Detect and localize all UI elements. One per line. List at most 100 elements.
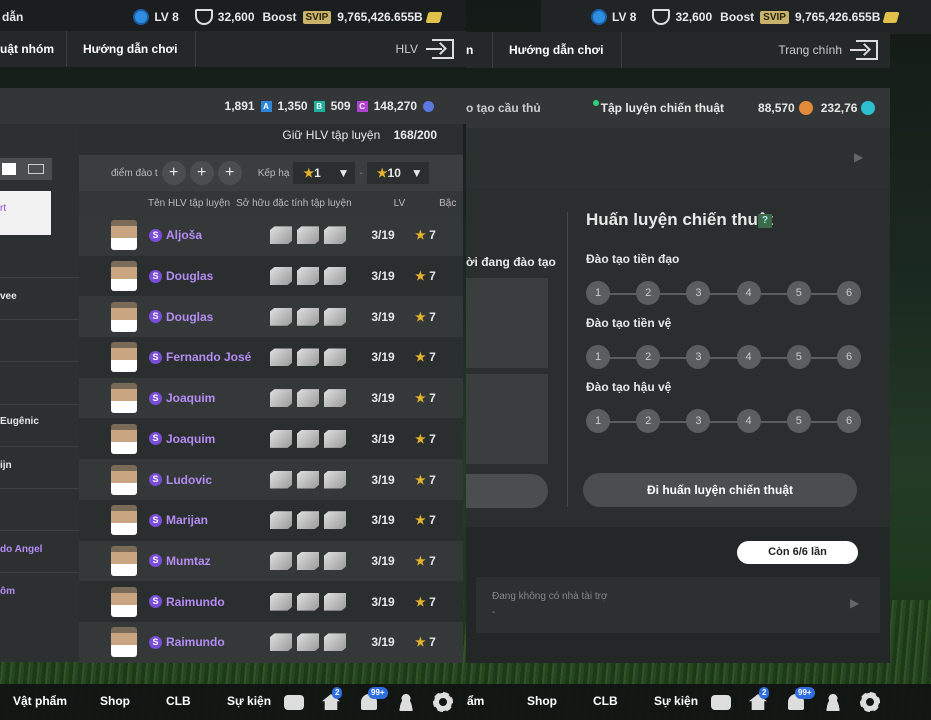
step-node[interactable]: 4 — [736, 281, 761, 305]
exit-icon[interactable] — [850, 40, 878, 60]
nav-events[interactable]: Sự kiện — [227, 694, 271, 708]
table-row[interactable]: S Douglas 3/19 ★ 7 — [79, 296, 463, 338]
table-row[interactable]: S Joaquim 3/19 ★ 7 — [79, 377, 463, 419]
sponsor-box[interactable]: Đang không có nhà tài trợ - ▶ — [476, 577, 880, 633]
training-slot[interactable] — [466, 278, 548, 368]
rank-to-select[interactable]: ★ 10 ▼ — [366, 162, 429, 184]
coach-level: 3/19 — [371, 431, 395, 446]
add-slot-icon[interactable]: + — [189, 161, 214, 185]
chevron-right-icon[interactable]: ▶ — [854, 150, 863, 164]
trait-icon — [324, 470, 346, 489]
sidebar-item[interactable]: do Angel — [0, 530, 79, 572]
home-link[interactable]: Trang chính — [622, 43, 856, 57]
coach-grade: ★ 7 — [415, 391, 436, 406]
home-badge: 2 — [759, 687, 770, 699]
sidebar-item[interactable] — [0, 361, 79, 403]
step-node[interactable]: 6 — [837, 409, 861, 433]
sidebar-item[interactable]: ôm — [0, 572, 79, 614]
nav-items[interactable]: Vật phẩm — [13, 694, 67, 708]
table-row[interactable]: S Aljoša 3/19 ★ 7 — [79, 215, 463, 256]
step-node[interactable]: 2 — [636, 409, 661, 433]
training-slot[interactable] — [466, 374, 548, 464]
step-node[interactable]: 4 — [736, 409, 761, 433]
table-row[interactable]: S Ludovic 3/19 ★ 7 — [79, 459, 463, 500]
tab-player-training[interactable]: o tạo cầu thủ — [466, 101, 541, 115]
step-node[interactable]: 5 — [786, 409, 811, 433]
tab-rules[interactable]: uật nhóm — [0, 42, 66, 56]
trait-icon — [324, 633, 346, 652]
nav-club[interactable]: CLB — [593, 694, 618, 708]
table-row[interactable]: S Raimundo 3/19 ★ 7 — [79, 581, 463, 622]
chevron-right-icon[interactable]: ▶ — [850, 596, 859, 610]
add-slot-icon[interactable]: + — [161, 161, 186, 185]
trait-icon — [270, 307, 292, 326]
nav-shop[interactable]: Shop — [527, 694, 557, 708]
step-node[interactable]: 4 — [736, 345, 761, 369]
step-node[interactable]: 2 — [636, 281, 661, 305]
special-badge-icon: S — [149, 391, 162, 405]
table-row[interactable]: S Joaquim 3/19 ★ 7 — [79, 419, 463, 460]
step-node[interactable]: 1 — [586, 409, 610, 433]
gear-icon[interactable] — [860, 692, 880, 712]
go-tactic-button[interactable]: Đi huấn luyện chiến thuật — [583, 473, 857, 507]
trait-icon — [270, 226, 292, 245]
step-node[interactable]: 1 — [586, 281, 610, 305]
table-header: Tên HLV tập luyện Sở hữu đặc tính tập lu… — [79, 191, 463, 215]
tab-guide[interactable]: Hướng dẫn chơi — [493, 43, 621, 57]
star-icon: ★ — [415, 594, 426, 609]
nav-club[interactable]: CLB — [166, 694, 191, 708]
sidebar-item[interactable] — [0, 319, 79, 361]
table-row[interactable]: S Marijan 3/19 ★ 7 — [79, 500, 463, 541]
step-node[interactable]: 5 — [786, 281, 811, 305]
gear-icon[interactable] — [433, 692, 453, 712]
hlv-label: HLV — [395, 42, 418, 56]
coach-grade: ★ 7 — [415, 350, 436, 365]
level-icon — [133, 9, 150, 25]
nav-shop[interactable]: Shop — [100, 694, 130, 708]
table-row[interactable]: S Mumtaz 3/19 ★ 7 — [79, 540, 463, 582]
table-row[interactable]: S Raimundo 3/19 ★ 7 — [79, 622, 463, 663]
table-row[interactable]: S Douglas 3/19 ★ 7 — [79, 256, 463, 297]
sidebar-item[interactable]: vee — [0, 277, 79, 319]
step-node[interactable]: 1 — [586, 345, 610, 369]
step-node[interactable]: 5 — [786, 345, 811, 369]
grid-view-icon[interactable] — [28, 164, 44, 174]
trait-icon — [324, 267, 346, 286]
coach-grade: ★ 7 — [415, 594, 436, 609]
step-node[interactable]: 6 — [837, 345, 861, 369]
sidebar-item-selected[interactable]: rt — [0, 191, 51, 235]
sidebar-item[interactable] — [0, 488, 79, 530]
user-icon[interactable] — [397, 693, 415, 711]
help-icon[interactable]: ? — [758, 214, 772, 228]
tab-rules[interactable]: n — [466, 43, 492, 57]
special-badge-icon: S — [149, 269, 162, 283]
trait-icon — [297, 348, 319, 367]
chat-icon[interactable] — [711, 695, 731, 710]
exit-icon[interactable] — [426, 39, 454, 59]
view-toggle[interactable] — [0, 158, 52, 180]
list-view-icon[interactable] — [2, 163, 16, 175]
tab-guide[interactable]: Hướng dẫn chơi — [67, 42, 195, 56]
rank-from-select[interactable]: ★ 1 ▼ — [293, 162, 356, 184]
nav-items[interactable]: ẩm — [467, 694, 484, 708]
user-icon[interactable] — [824, 693, 842, 711]
sidebar-item[interactable]: Eugênic — [0, 404, 79, 446]
tab-tactic-training[interactable]: Tập luyện chiến thuật — [601, 101, 724, 115]
rank-label: Kếp hạ — [257, 167, 290, 179]
table-row[interactable]: S Fernando José 3/19 ★ 7 — [79, 337, 463, 378]
nav-events[interactable]: Sự kiện — [654, 694, 698, 708]
step-node[interactable]: 2 — [636, 345, 661, 369]
chat-icon[interactable] — [284, 695, 304, 710]
coach-level: 3/19 — [371, 472, 395, 487]
step-node[interactable]: 6 — [837, 281, 861, 305]
gold-icon — [425, 11, 443, 23]
points-text: 32,600 — [675, 10, 713, 24]
sidebar-item[interactable]: ijn — [0, 446, 79, 488]
section-label: Đào tạo tiền đạo — [586, 252, 680, 266]
coach-list-panel: Giữ HLV tập luyện 168/200 điểm đào t + +… — [79, 124, 463, 663]
coach-level: 3/19 — [371, 513, 395, 528]
add-slot-icon[interactable]: + — [217, 161, 242, 185]
left-action-button[interactable] — [466, 474, 548, 508]
shield-icon — [194, 9, 213, 25]
section-title: Huấn luyện chiến thuật — [586, 210, 774, 229]
